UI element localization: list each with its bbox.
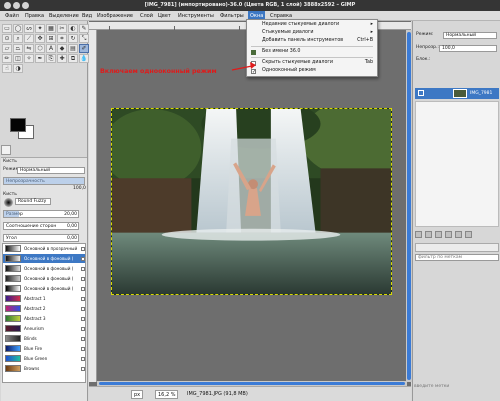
- annotation-arrow: [231, 62, 256, 71]
- annotation-text: Включаем однооконный режим: [100, 68, 217, 75]
